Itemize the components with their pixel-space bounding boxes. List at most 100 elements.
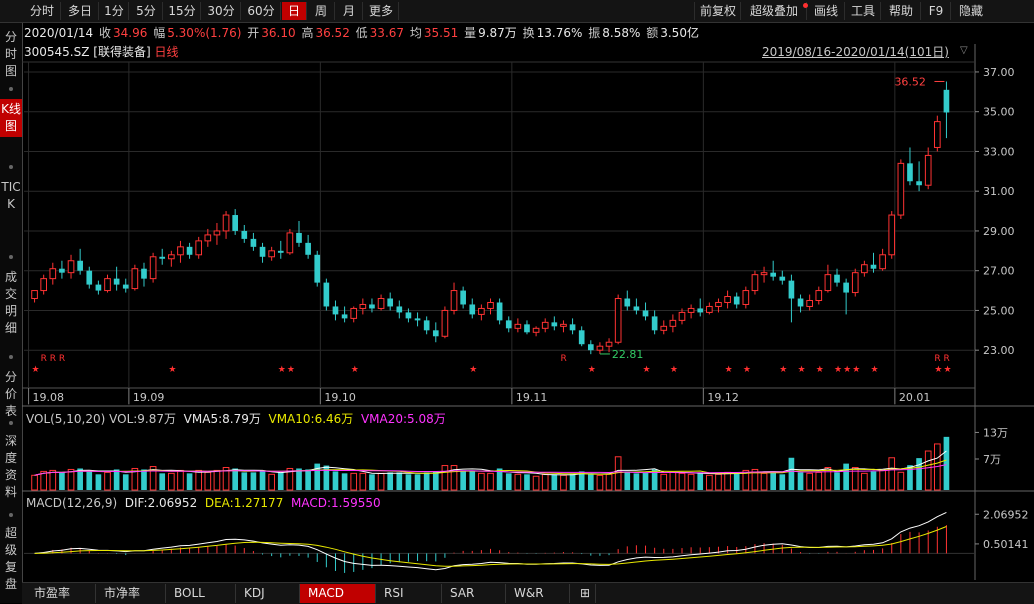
indicator-tab-0[interactable]: 市盈率 [26,584,96,603]
volume-bar-14 [159,473,166,490]
event-star-13: ★ [816,365,824,375]
indicator-tab-5[interactable]: RSI [376,584,442,603]
candle-body-51 [496,302,503,321]
volume-bar-32 [323,465,330,490]
candle-body-2 [49,268,57,280]
candle-body-41 [405,312,412,319]
macd-legend: MACD(12,26,9) DIF:2.06952 DEA:1.27177 MA… [26,495,381,511]
candle-body-60 [578,330,585,345]
candle-body-89 [843,282,849,293]
volume-bar-53 [514,473,522,491]
macd-title: MACD(12,26,9) [26,496,118,510]
indicator-tab-4[interactable]: MACD [300,584,376,603]
vma5-value: VMA5:8.79万 [183,412,261,426]
volume-bar-12 [141,469,147,490]
volume-bar-84 [797,472,804,490]
indicator-tab-1[interactable]: 市净率 [96,584,166,603]
volume-bar-75 [715,473,722,491]
price-axis-label-3: 31.00 [983,185,1015,198]
volume-bar-65 [624,471,631,490]
candle-body-13 [149,256,157,280]
rights-marker-1: R [50,354,56,364]
vol-axis-label-1: 7万 [983,453,1001,466]
volume-bar-82 [779,474,786,490]
candle-body-75 [715,301,722,307]
volume-bar-7 [95,474,102,490]
candle-body-52 [505,320,512,329]
macd-axis-label-0: 2.06952 [983,508,1029,521]
price-axis-label-2: 33.00 [983,145,1015,158]
candle-body-46 [450,290,458,311]
candle-body-18 [195,240,203,256]
volume-bar-93 [879,469,886,491]
candle-body-29 [296,232,302,243]
volume-bar-10 [122,474,129,490]
indicator-tab-2[interactable]: BOLL [166,584,236,603]
price-axis-label-4: 29.00 [983,225,1015,238]
candle-body-31 [314,254,321,283]
volume-bar-73 [697,472,704,490]
candle-body-69 [660,325,668,331]
candle-body-87 [824,274,832,292]
volume-bar-48 [469,471,476,490]
volume-bar-74 [706,474,713,491]
candle-body-48 [469,304,476,315]
indicator-tab-7[interactable]: W&R [506,584,570,603]
add-indicator-button[interactable]: ⊞ [576,584,596,603]
chart-canvas[interactable]: 37.00 35.00 33.00 31.00 29.00 27.00 25.00 23.00… [0,0,1034,603]
indicator-tab-6[interactable]: SAR [442,584,506,603]
volume-bar-43 [423,472,430,490]
volume-bar-6 [86,470,93,490]
candle-body-95 [897,162,905,216]
candle-body-78 [742,290,750,305]
volume-bar-42 [414,474,421,490]
candle-body-26 [268,250,275,258]
candle-body-23 [241,230,248,239]
event-star-2: ★ [278,365,286,375]
volume-bar-71 [678,472,686,491]
volume-bar-47 [460,470,466,490]
candle-body-30 [305,242,311,255]
date-axis-label-3: 19.11 [516,391,548,404]
candle-body-97 [916,181,922,186]
dif-value: DIF:2.06952 [124,496,198,510]
price-axis-label-5: 27.00 [983,265,1015,278]
volume-bar-23 [241,472,248,490]
candle-body-34 [341,314,348,319]
candle-body-74 [706,305,713,313]
dif-line [34,511,947,571]
candle-body-1 [40,278,48,292]
volume-bar-59 [569,473,576,490]
event-star-10: ★ [743,365,751,375]
volume-bar-2 [49,469,57,491]
candle-body-32 [323,282,330,307]
candle-body-38 [377,298,385,309]
event-star-14: ★ [834,365,842,375]
volume-bar-70 [669,471,677,491]
candle-body-59 [569,324,576,331]
volume-bar-8 [104,471,111,491]
candle-body-37 [369,304,375,309]
indicator-tab-3[interactable]: KDJ [236,584,300,603]
volume-bar-29 [296,468,302,490]
volume-bar-49 [478,472,485,491]
candle-body-8 [104,278,111,292]
candle-body-25 [259,246,266,257]
volume-bar-95 [897,471,905,491]
volume-bar-31 [314,463,321,490]
candle-body-47 [460,290,466,305]
price-axis-label-0: 37.00 [983,66,1015,79]
candle-body-20 [213,230,221,236]
candle-body-62 [596,345,604,351]
macd-axis-label-1: 0.50141 [983,538,1029,551]
candle-body-84 [797,298,804,307]
volume-bar-89 [843,463,849,490]
low-price-label: 22.81 [612,348,644,361]
candle-body-54 [524,324,530,333]
price-axis-label-1: 35.00 [983,106,1015,119]
volume-bar-63 [605,473,613,491]
event-star-3: ★ [287,365,295,375]
volume-bar-77 [733,473,740,490]
candle-body-61 [587,344,594,351]
vol-title: VOL(5,10,20) [26,412,106,426]
